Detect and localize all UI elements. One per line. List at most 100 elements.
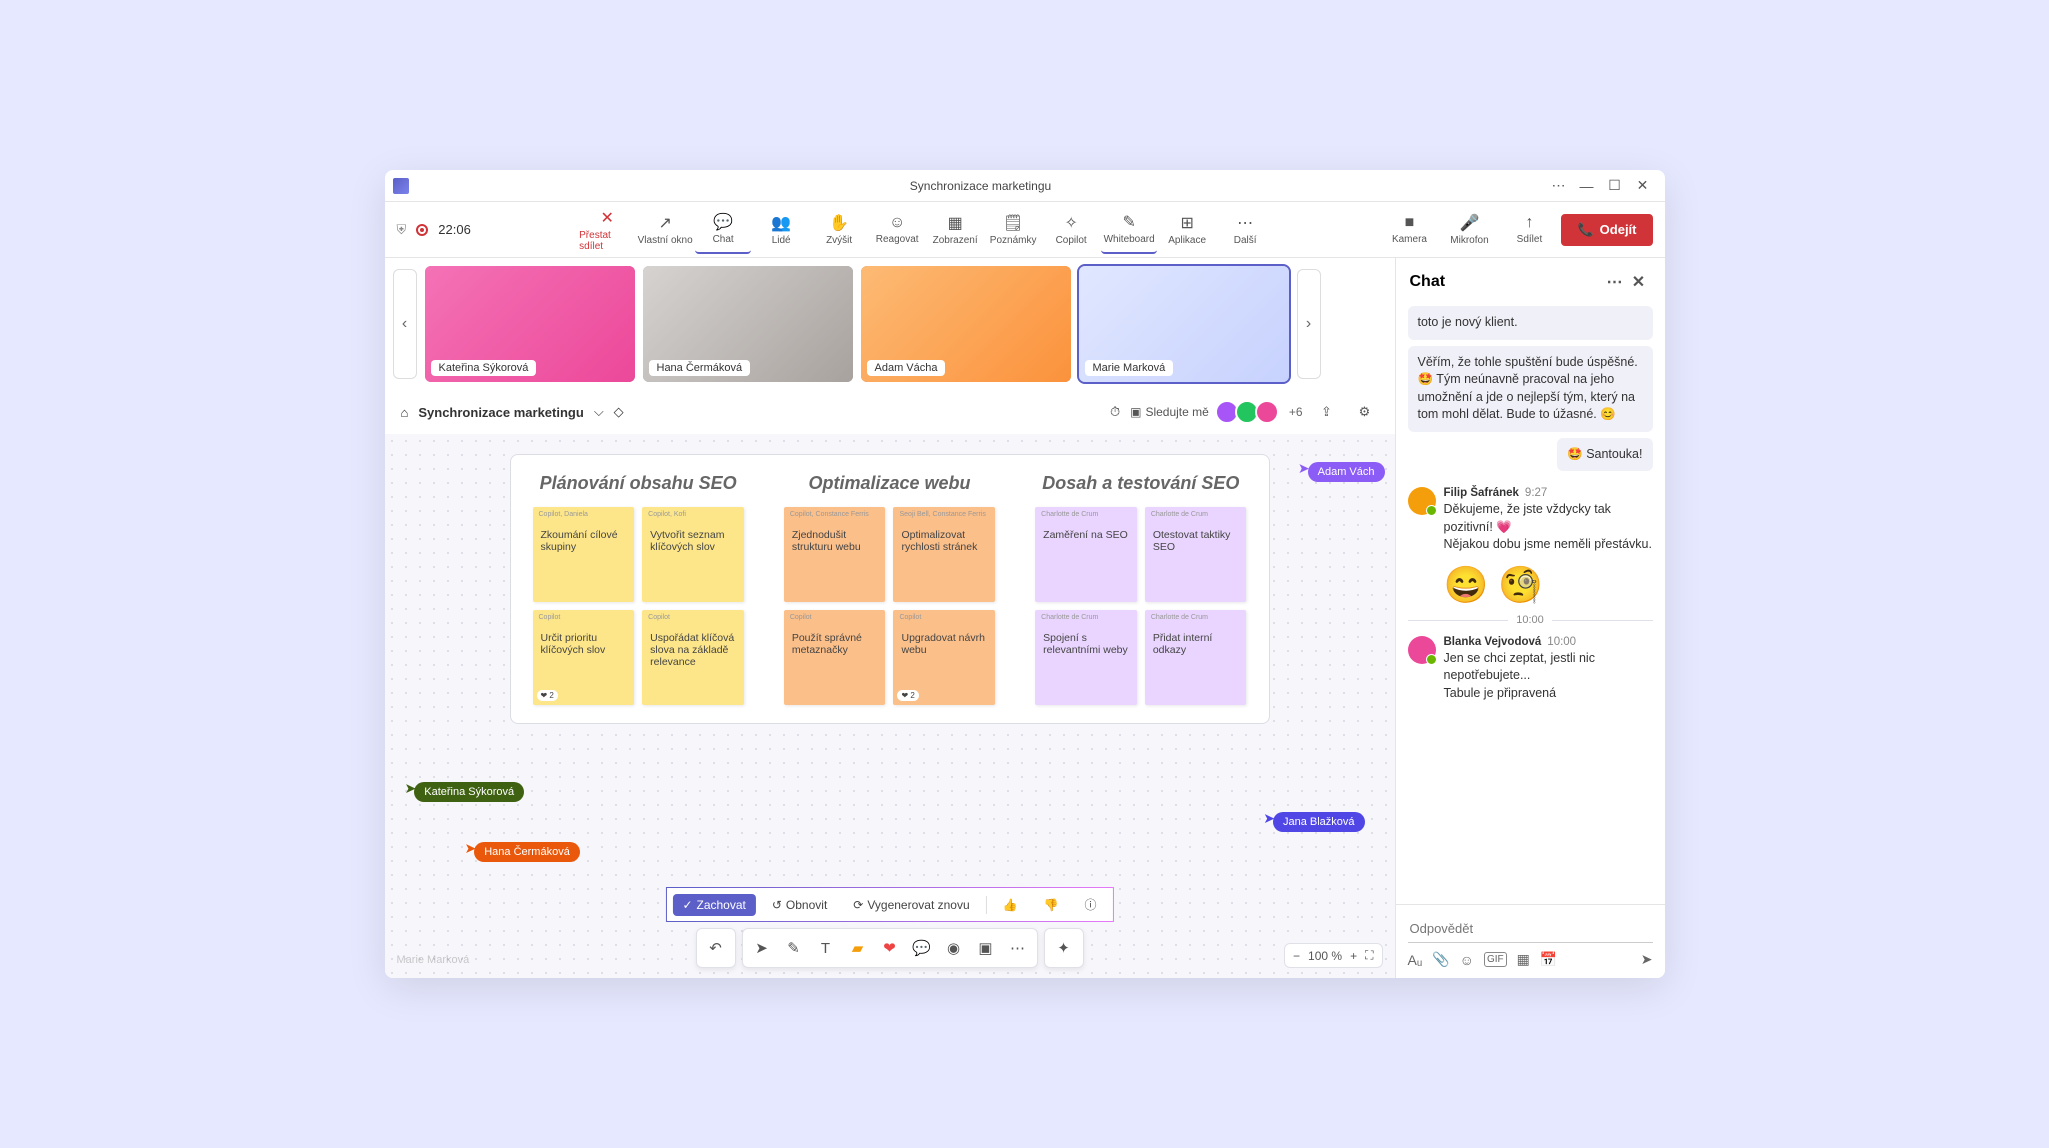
- video-gallery: ‹ Kateřina Sýkorová Hana ČermákováAdam Vá…: [385, 258, 1395, 390]
- chat-message: Filip Šafránek9:27Děkujeme, že jste vždy…: [1408, 487, 1653, 554]
- comment-tool[interactable]: 💬: [907, 933, 937, 963]
- send-button[interactable]: ➤: [1641, 951, 1653, 968]
- copilot-button[interactable]: ✧Copilot: [1043, 206, 1099, 254]
- timer-icon[interactable]: ⏱: [1110, 404, 1120, 420]
- emoji-icon[interactable]: ☺: [1460, 952, 1474, 968]
- people-button[interactable]: 👥Lidé: [753, 206, 809, 254]
- undo-button[interactable]: ↶: [701, 933, 731, 963]
- sticky-note[interactable]: CopilotUrčit prioritu klíčových slov❤ 2: [533, 610, 635, 705]
- gallery-next-button[interactable]: ›: [1297, 269, 1321, 379]
- sticky-note[interactable]: Seoji Bell, Constance FerrisOptimalizova…: [893, 507, 995, 602]
- thumbs-up-button[interactable]: 👍: [993, 894, 1028, 916]
- leave-button[interactable]: 📞 Odejít: [1561, 214, 1652, 246]
- raise-button[interactable]: ✋Zvýšit: [811, 206, 867, 254]
- chat-bubble: Věřím, že tohle spuštění bude úspěšné. 🤩…: [1408, 346, 1653, 432]
- breadcrumb[interactable]: Synchronizace marketingu: [418, 405, 583, 420]
- regenerate-button[interactable]: ⟳ Vygenerovat znovu: [843, 894, 979, 916]
- sticky-note[interactable]: Charlotte de CrumZaměření na SEO: [1035, 507, 1137, 602]
- more-button[interactable]: ⋯Další: [1217, 206, 1273, 254]
- apps-button[interactable]: ⊞Aplikace: [1159, 206, 1215, 254]
- zoom-level: 100 %: [1308, 949, 1342, 963]
- remote-cursor: ➤Adam Vách: [1298, 454, 1385, 482]
- info-icon[interactable]: ⓘ: [1075, 892, 1107, 917]
- pointer-tool[interactable]: ➤: [747, 933, 777, 963]
- maximize-icon[interactable]: ☐: [1601, 172, 1629, 200]
- format-icon[interactable]: Aᵤ: [1408, 952, 1423, 968]
- ai-suggestion-bar: ✓ Zachovat ↺ Obnovit ⟳ Vygenerovat znovu…: [665, 887, 1113, 922]
- video-tile[interactable]: Adam Vácha: [861, 266, 1071, 382]
- stop-share-button[interactable]: ✕Přestat sdílet: [579, 206, 635, 254]
- raise-icon: ✋: [829, 213, 849, 233]
- sticker-icon[interactable]: ▦: [1517, 951, 1530, 968]
- close-icon[interactable]: ✕: [1629, 172, 1657, 200]
- schedule-icon[interactable]: 📅: [1540, 951, 1557, 968]
- sticky-note[interactable]: Copilot, Constance FerrisZjednodušit str…: [784, 507, 886, 602]
- share-button[interactable]: ↑Sdílet: [1501, 206, 1557, 254]
- image-tool[interactable]: ▣: [971, 933, 1001, 963]
- sticky-note[interactable]: Charlotte de CrumPřidat interní odkazy: [1145, 610, 1247, 705]
- camera-button[interactable]: ■Kamera: [1381, 206, 1437, 254]
- sticky-note[interactable]: Charlotte de CrumSpojení s relevantními …: [1035, 610, 1137, 705]
- attach-icon[interactable]: 📎: [1432, 951, 1449, 968]
- participant-avatars[interactable]: [1219, 400, 1279, 424]
- home-icon[interactable]: ⌂: [401, 405, 409, 420]
- view-button[interactable]: ▦Zobrazení: [927, 206, 983, 254]
- participant-name: Marie Marková: [1085, 360, 1174, 376]
- column-title: Plánování obsahu SEO: [540, 473, 737, 495]
- chat-title: Chat: [1410, 273, 1446, 291]
- sticky-note[interactable]: CopilotUspořádat klíčová slova na základ…: [642, 610, 744, 705]
- chat-icon: 💬: [713, 212, 733, 232]
- copilot-tool[interactable]: ✦: [1049, 933, 1079, 963]
- thumbs-down-button[interactable]: 👎: [1034, 894, 1069, 916]
- settings-icon[interactable]: ⚙: [1351, 398, 1379, 426]
- sticky-note[interactable]: CopilotUpgradovat návrh webu❤ 2: [893, 610, 995, 705]
- pen-tool[interactable]: ✎: [779, 933, 809, 963]
- extra-count[interactable]: +6: [1289, 405, 1303, 419]
- more-tools[interactable]: ⋯: [1003, 933, 1033, 963]
- zoom-out-button[interactable]: −: [1293, 949, 1300, 963]
- mic-button[interactable]: 🎤Mikrofon: [1441, 206, 1497, 254]
- mic-icon: 🎤: [1460, 213, 1480, 233]
- tag-icon[interactable]: ◇: [614, 404, 624, 420]
- apps-icon: ⊞: [1180, 213, 1193, 233]
- meeting-timer: 22:06: [438, 222, 471, 237]
- sticky-note[interactable]: Copilot, DanielaZkoumání cílové skupiny: [533, 507, 635, 602]
- whiteboard-button[interactable]: ✎Whiteboard: [1101, 206, 1157, 254]
- chat-close-icon[interactable]: ✕: [1627, 270, 1651, 294]
- notes-button[interactable]: 🗒Poznámky: [985, 206, 1041, 254]
- emoji-reactions: 😄🧐: [1444, 564, 1653, 606]
- more-icon[interactable]: ⋯: [1545, 172, 1573, 200]
- reply-input[interactable]: [1408, 915, 1653, 943]
- share-icon[interactable]: ⇪: [1313, 398, 1341, 426]
- minimize-icon[interactable]: —: [1573, 172, 1601, 200]
- sticky-note[interactable]: Copilot, KofiVytvořit seznam klíčových s…: [642, 507, 744, 602]
- shapes-tool[interactable]: ◉: [939, 933, 969, 963]
- follow-me-button[interactable]: ▣ Sledujte mě: [1130, 398, 1209, 426]
- chevron-down-icon[interactable]: ⌵: [594, 404, 604, 420]
- participant-name: Kateřina Sýkorová: [431, 360, 537, 376]
- chat-bubble: toto je nový klient.: [1408, 306, 1653, 340]
- whiteboard-canvas[interactable]: Plánování obsahu SEO Copilot, DanielaZkou…: [385, 434, 1395, 978]
- sticky-tool[interactable]: ▰: [843, 933, 873, 963]
- chat-more-icon[interactable]: ⋯: [1603, 270, 1627, 294]
- heart-tool[interactable]: ❤: [875, 933, 905, 963]
- gif-icon[interactable]: GIF: [1484, 952, 1507, 967]
- meeting-stage: ‹ Kateřina Sýkorová Hana ČermákováAdam Vá…: [385, 258, 1395, 978]
- gallery-prev-button[interactable]: ‹: [393, 269, 417, 379]
- keep-button[interactable]: ✓ Zachovat: [672, 894, 755, 916]
- video-tile[interactable]: Hana Čermáková: [643, 266, 853, 382]
- zoom-control: − 100 % + ⛶: [1284, 943, 1382, 968]
- react-button[interactable]: ☺Reagovat: [869, 206, 925, 254]
- refresh-button[interactable]: ↺ Obnovit: [762, 894, 837, 916]
- remote-cursor: ➤Kateřina Sýkorová: [405, 774, 525, 802]
- text-tool[interactable]: T: [811, 933, 841, 963]
- zoom-in-button[interactable]: +: [1350, 949, 1357, 963]
- chat-button[interactable]: 💬Chat: [695, 206, 751, 254]
- fit-screen-button[interactable]: ⛶: [1365, 948, 1373, 963]
- video-tile[interactable]: Marie Marková: [1079, 266, 1289, 382]
- more-icon: ⋯: [1237, 213, 1253, 233]
- video-tile[interactable]: Kateřina Sýkorová: [425, 266, 635, 382]
- sticky-note[interactable]: CopilotPoužít správné metaznačky: [784, 610, 886, 705]
- sticky-note[interactable]: Charlotte de CrumOtestovat taktiky SEO: [1145, 507, 1247, 602]
- popout-button[interactable]: ↗Vlastní okno: [637, 206, 693, 254]
